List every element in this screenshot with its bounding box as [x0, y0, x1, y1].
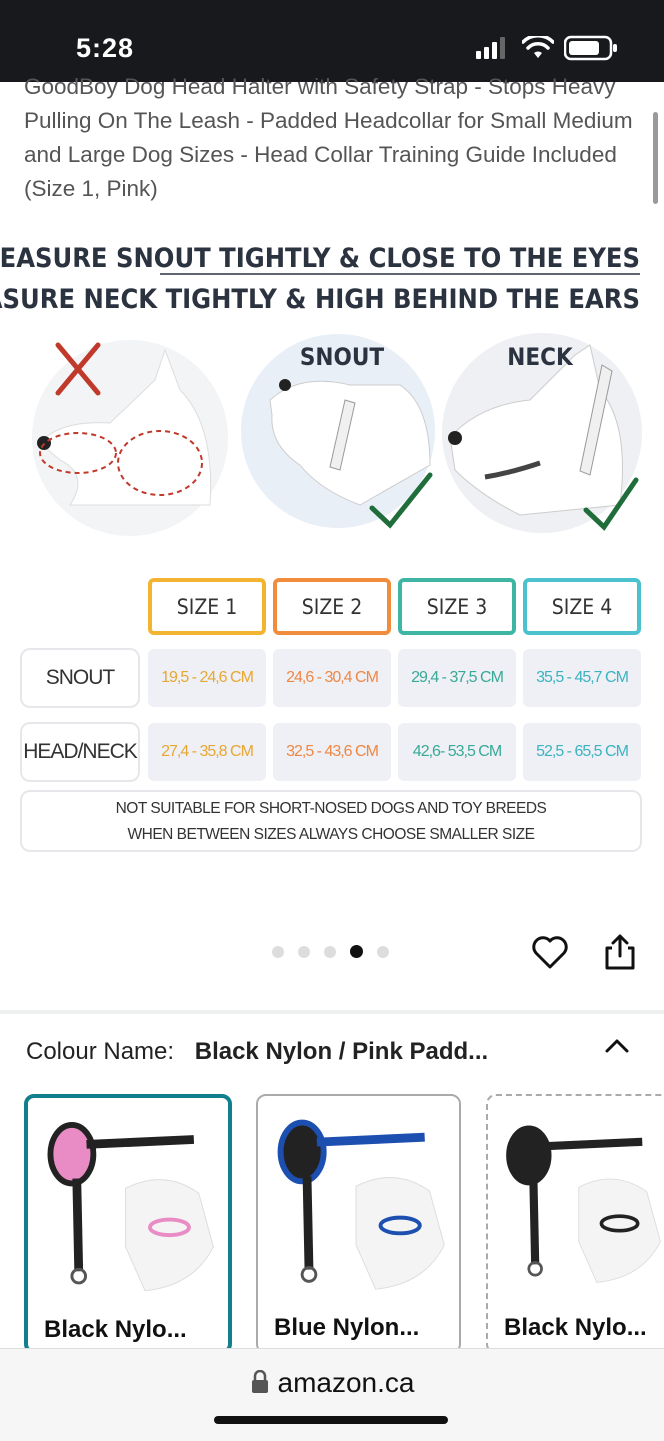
lock-icon — [251, 1369, 268, 1393]
size-note: NOT SUITABLE FOR SHORT-NOSED DOGS AND TO… — [20, 790, 642, 852]
variant-image — [488, 1105, 664, 1292]
section-separator — [0, 1010, 664, 1014]
neck-size-1-value: 27,4 - 35,8 CM — [148, 723, 266, 781]
variant-tile[interactable]: Blue Nylon... — [256, 1094, 461, 1354]
size-note-line-2: WHEN BETWEEN SIZES ALWAYS CHOOSE SMALLER… — [127, 826, 536, 843]
variant-tile[interactable]: Black Nylo... — [486, 1094, 664, 1354]
product-title: GoodBoy Dog Head Halter with Safety Stra… — [24, 74, 633, 201]
url-text: amazon.ca — [277, 1367, 415, 1398]
home-indicator[interactable] — [214, 1416, 448, 1424]
status-time: 5:28 — [76, 33, 135, 63]
variant-label: Black Nylo... — [44, 1316, 187, 1343]
variant-image — [28, 1100, 228, 1301]
snout-circle-label: SNOUT — [300, 343, 385, 371]
row-label-snout: SNOUT — [20, 648, 140, 708]
colour-label: Colour Name: — [26, 1038, 175, 1065]
size-4-header: SIZE 4 — [523, 578, 641, 635]
size-2-header: SIZE 2 — [273, 578, 391, 635]
carousel-dot-active[interactable] — [350, 945, 363, 958]
headline-snout: MEASURE SNOUT TIGHTLY & CLOSE TO THE EYE… — [0, 243, 640, 274]
wrong-measure-illustration — [32, 340, 228, 536]
heart-icon[interactable] — [530, 932, 570, 972]
colour-selected-value: Black Nylon / Pink Padd... — [194, 1038, 489, 1065]
size-1-header: SIZE 1 — [148, 578, 266, 635]
signal-icon — [476, 37, 505, 59]
snout-size-3-value: 29,4 - 37,5 CM — [398, 649, 516, 707]
scrollbar[interactable] — [653, 112, 658, 204]
carousel-dot[interactable] — [298, 945, 310, 958]
battery-icon — [564, 35, 617, 61]
size-note-line-1: NOT SUITABLE FOR SHORT-NOSED DOGS AND TO… — [115, 800, 547, 817]
snout-size-1-value: 19,5 - 24,6 CM — [148, 649, 266, 707]
variant-label: Black Nylo... — [504, 1314, 647, 1341]
neck-measure-illustration: NECK — [442, 333, 642, 533]
carousel-dots[interactable] — [272, 945, 389, 958]
snout-size-2-value: 24,6 - 30,4 CM — [273, 649, 391, 707]
size-guide-graphic: MEASURE SNOUT TIGHTLY & CLOSE TO THE EYE… — [0, 243, 642, 536]
variant-image — [258, 1098, 459, 1299]
carousel-dot[interactable] — [377, 945, 389, 958]
chevron-up-icon[interactable] — [604, 1036, 630, 1056]
colour-selector[interactable]: Colour Name: Black Nylon / Pink Padd... — [26, 1038, 626, 1072]
address-bar[interactable]: amazon.ca — [0, 1367, 664, 1399]
wifi-icon — [522, 36, 554, 58]
carousel-dot[interactable] — [272, 945, 284, 958]
share-icon[interactable] — [600, 932, 640, 972]
variant-label: Blue Nylon... — [274, 1314, 420, 1341]
variant-tile-selected[interactable]: Black Nylo... — [24, 1094, 232, 1354]
snout-measure-illustration: SNOUT — [241, 334, 435, 529]
snout-size-4-value: 35,5 - 45,7 CM — [523, 649, 641, 707]
browser-bottom-bar: amazon.ca — [0, 1348, 664, 1441]
neck-circle-label: NECK — [507, 343, 574, 371]
carousel-dot[interactable] — [324, 945, 336, 958]
neck-size-4-value: 52,5 - 65,5 CM — [523, 723, 641, 781]
headline-neck: MEASURE NECK TIGHTLY & HIGH BEHIND THE E… — [0, 284, 640, 315]
status-icons — [476, 33, 620, 63]
row-label-head-neck: HEAD/NECK — [20, 722, 140, 782]
neck-size-2-value: 32,5 - 43,6 CM — [273, 723, 391, 781]
size-3-header: SIZE 3 — [398, 578, 516, 635]
neck-size-3-value: 42,6- 53,5 CM — [398, 723, 516, 781]
